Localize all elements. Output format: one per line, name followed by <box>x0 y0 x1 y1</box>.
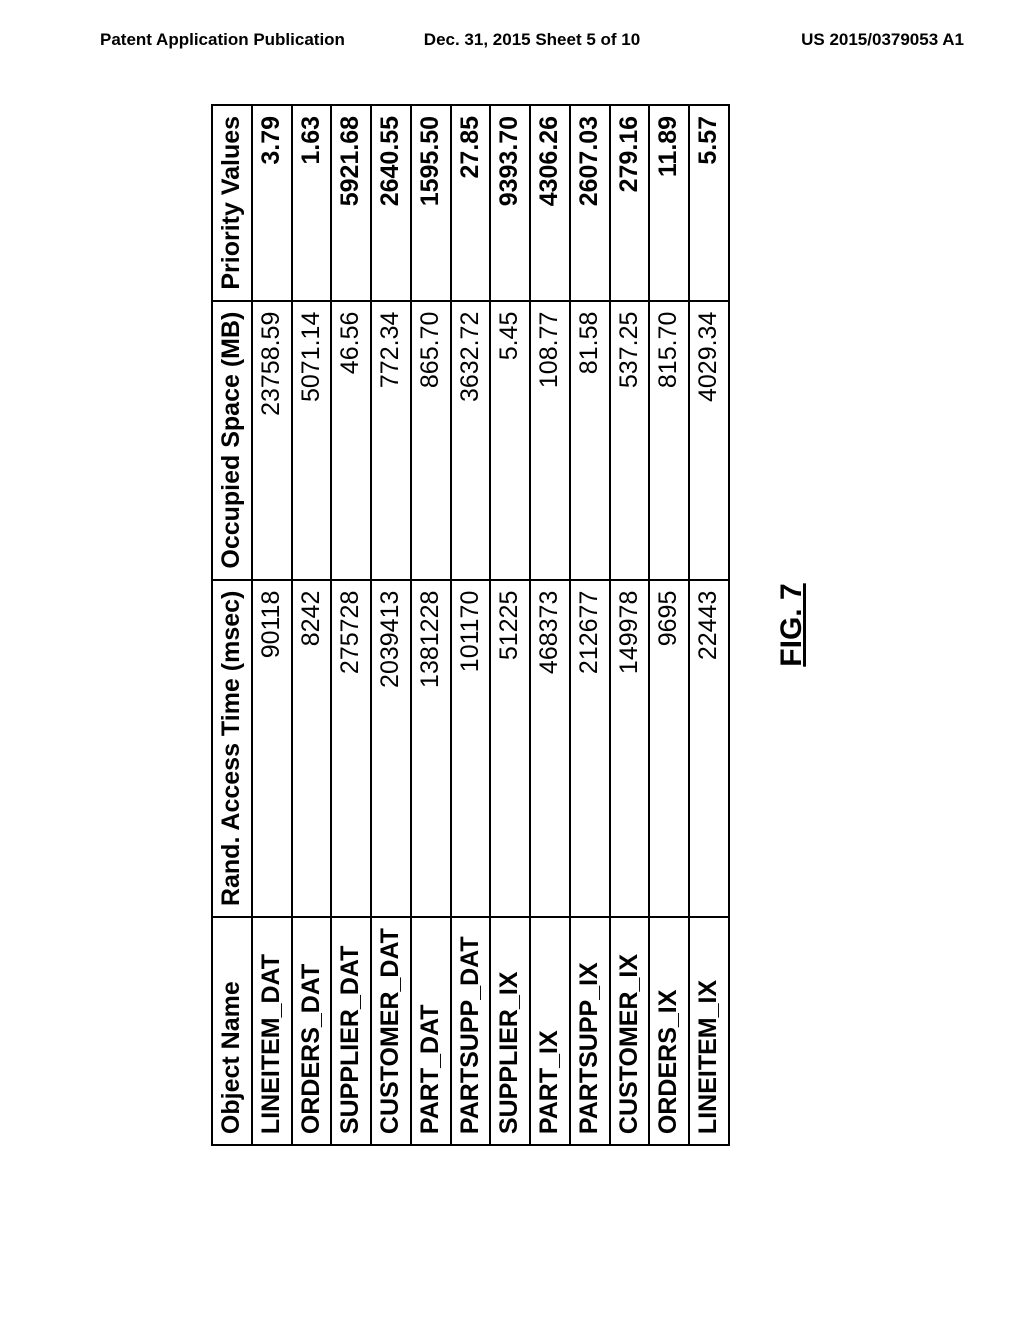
cell-priority: 9393.70 <box>490 105 530 301</box>
table-row: PARTSUPP_DAT 101170 3632.72 27.85 <box>451 105 491 1145</box>
cell-rat: 9695 <box>649 580 689 917</box>
figure-container: Object Name Rand. Access Time (msec) Occ… <box>140 255 880 995</box>
cell-priority: 1595.50 <box>411 105 451 301</box>
col-priority: Priority Values <box>212 105 252 301</box>
col-rat: Rand. Access Time (msec) <box>212 580 252 917</box>
cell-priority: 2607.03 <box>570 105 610 301</box>
cell-object: LINEITEM_IX <box>689 917 729 1145</box>
cell-object: ORDERS_DAT <box>292 917 332 1145</box>
table-row: CUSTOMER_DAT 2039413 772.34 2640.55 <box>371 105 411 1145</box>
table-row: LINEITEM_IX 22443 4029.34 5.57 <box>689 105 729 1145</box>
cell-object: SUPPLIER_DAT <box>331 917 371 1145</box>
cell-priority: 5921.68 <box>331 105 371 301</box>
cell-space: 81.58 <box>570 301 610 580</box>
cell-priority: 1.63 <box>292 105 332 301</box>
table-row: PART_IX 468373 108.77 4306.26 <box>530 105 570 1145</box>
cell-object: PARTSUPP_DAT <box>451 917 491 1145</box>
table-row: LINEITEM_DAT 90118 23758.59 3.79 <box>252 105 292 1145</box>
cell-rat: 8242 <box>292 580 332 917</box>
header-date-sheet: Dec. 31, 2015 Sheet 5 of 10 <box>388 30 676 50</box>
cell-space: 23758.59 <box>252 301 292 580</box>
cell-rat: 149978 <box>610 580 650 917</box>
cell-rat: 2039413 <box>371 580 411 917</box>
header-patent-number: US 2015/0379053 A1 <box>676 30 964 50</box>
cell-priority: 27.85 <box>451 105 491 301</box>
cell-rat: 1381228 <box>411 580 451 917</box>
cell-object: CUSTOMER_DAT <box>371 917 411 1145</box>
table-row: CUSTOMER_IX 149978 537.25 279.16 <box>610 105 650 1145</box>
cell-rat: 101170 <box>451 580 491 917</box>
cell-space: 537.25 <box>610 301 650 580</box>
table-header-row: Object Name Rand. Access Time (msec) Occ… <box>212 105 252 1145</box>
cell-object: PART_DAT <box>411 917 451 1145</box>
cell-rat: 90118 <box>252 580 292 917</box>
cell-object: ORDERS_IX <box>649 917 689 1145</box>
cell-space: 865.70 <box>411 301 451 580</box>
cell-priority: 2640.55 <box>371 105 411 301</box>
cell-object: CUSTOMER_IX <box>610 917 650 1145</box>
cell-object: LINEITEM_DAT <box>252 917 292 1145</box>
cell-space: 4029.34 <box>689 301 729 580</box>
table-row: ORDERS_IX 9695 815.70 11.89 <box>649 105 689 1145</box>
cell-rat: 468373 <box>530 580 570 917</box>
cell-space: 5.45 <box>490 301 530 580</box>
cell-rat: 212677 <box>570 580 610 917</box>
table-row: SUPPLIER_DAT 275728 46.56 5921.68 <box>331 105 371 1145</box>
priority-table: Object Name Rand. Access Time (msec) Occ… <box>211 104 730 1146</box>
table-row: SUPPLIER_IX 51225 5.45 9393.70 <box>490 105 530 1145</box>
cell-priority: 5.57 <box>689 105 729 301</box>
cell-object: PART_IX <box>530 917 570 1145</box>
cell-object: PARTSUPP_IX <box>570 917 610 1145</box>
col-object-name: Object Name <box>212 917 252 1145</box>
figure-caption: FIG. 7 <box>775 583 809 666</box>
cell-rat: 51225 <box>490 580 530 917</box>
cell-space: 108.77 <box>530 301 570 580</box>
page-header: Patent Application Publication Dec. 31, … <box>0 0 1024 50</box>
cell-space: 5071.14 <box>292 301 332 580</box>
cell-space: 3632.72 <box>451 301 491 580</box>
cell-priority: 4306.26 <box>530 105 570 301</box>
cell-priority: 279.16 <box>610 105 650 301</box>
cell-space: 772.34 <box>371 301 411 580</box>
header-publication: Patent Application Publication <box>100 30 388 50</box>
cell-rat: 275728 <box>331 580 371 917</box>
cell-space: 46.56 <box>331 301 371 580</box>
table-row: PARTSUPP_IX 212677 81.58 2607.03 <box>570 105 610 1145</box>
cell-rat: 22443 <box>689 580 729 917</box>
cell-priority: 11.89 <box>649 105 689 301</box>
cell-space: 815.70 <box>649 301 689 580</box>
table-row: ORDERS_DAT 8242 5071.14 1.63 <box>292 105 332 1145</box>
cell-priority: 3.79 <box>252 105 292 301</box>
col-space: Occupied Space (MB) <box>212 301 252 580</box>
table-row: PART_DAT 1381228 865.70 1595.50 <box>411 105 451 1145</box>
cell-object: SUPPLIER_IX <box>490 917 530 1145</box>
